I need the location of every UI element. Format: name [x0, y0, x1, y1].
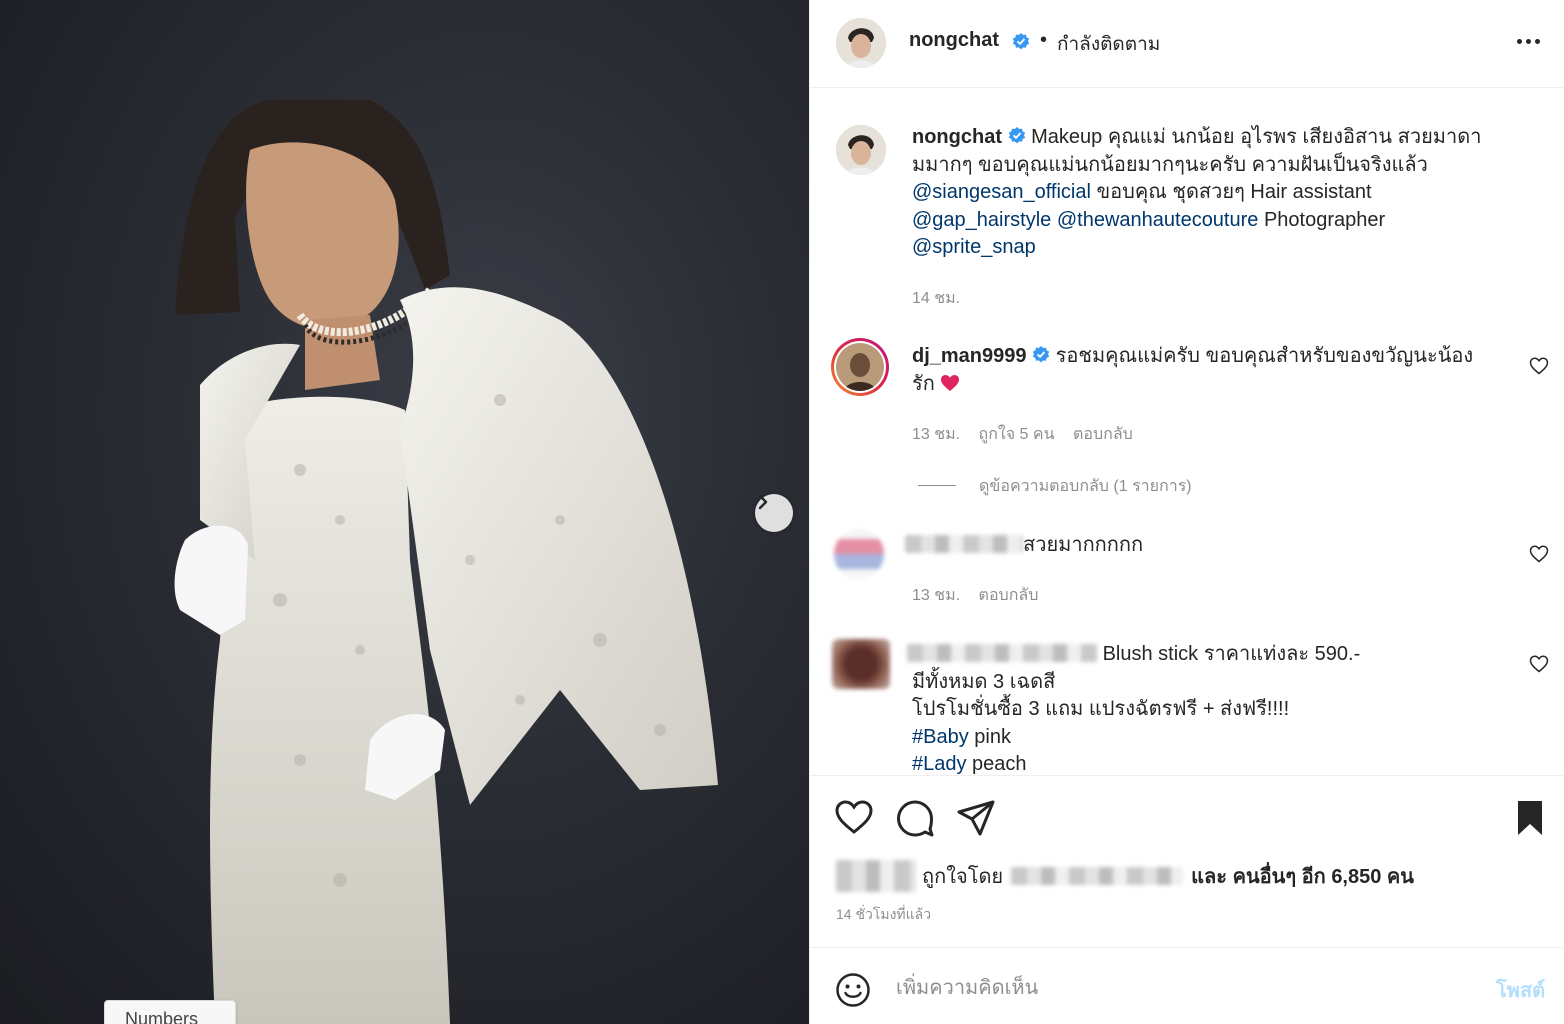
view-replies-button[interactable]: ดูข้อความตอบกลับ (1 รายการ) [979, 474, 1192, 499]
reply-button[interactable]: ตอบกลับ [1073, 426, 1133, 443]
post-header: nongchat • กำลังติดตาม [810, 0, 1564, 88]
author-username[interactable]: nongchat [909, 29, 999, 52]
post-comment-button[interactable]: โพสต์ [1496, 974, 1545, 1006]
chevron-right-icon [758, 494, 768, 510]
comment-time: 13 ชม. [912, 587, 961, 604]
comment-text: มีทั้งหมด 3 เฉดสี [912, 670, 1056, 693]
comment-composer: โพสต์ [810, 947, 1564, 1024]
blurred-liker-username[interactable] [1011, 867, 1184, 885]
mention-link[interactable]: @gap_hairstyle [912, 209, 1051, 231]
reply-button[interactable]: ตอบกลับ [979, 587, 1039, 604]
hashtag-link[interactable]: #Baby [912, 726, 969, 748]
mention-link[interactable]: @siangesan_official [912, 181, 1091, 203]
comment-text: สวยมากกกกก [1023, 534, 1144, 556]
comment-text: Blush stick ราคาแท่งละ 590.- [1102, 643, 1361, 665]
comment-text: รัก [912, 372, 935, 395]
liker-avatars[interactable] [836, 860, 916, 892]
comment-text: peach [966, 753, 1027, 775]
likes-count[interactable]: และ คนอื่นๆ อีก 6,850 คน [1191, 860, 1414, 892]
comment-text: โปรโมชั่นซื้อ 3 แถม แปรงฉัตรฟรี + ส่งฟรี… [912, 698, 1290, 720]
post-side-panel: nongchat • กำลังติดตาม nongchat Makeup ค… [809, 0, 1564, 1024]
caption-avatar[interactable] [836, 125, 886, 175]
likes-summary: ถูกใจโดย และ คนอื่นๆ อีก 6,850 คน [836, 858, 1414, 894]
view-replies-line [918, 485, 956, 486]
caption-text-line4: Photographer [1258, 208, 1386, 231]
red-heart-emoji-icon [941, 374, 960, 391]
hashtag-link[interactable]: #Lady [912, 753, 967, 775]
caption-text-line3: ขอบคุณ ชุดสวยๆ Hair assistant [1090, 181, 1372, 203]
post-action-bar: ถูกใจโดย และ คนอื่นๆ อีก 6,850 คน 14 ชั่… [810, 775, 1564, 947]
verified-icon [1008, 127, 1025, 144]
commenter-avatar [836, 343, 884, 391]
verified-icon [1012, 33, 1030, 50]
comment-time: 13 ชม. [912, 426, 961, 443]
like-comment-heart-icon[interactable] [1529, 544, 1549, 564]
blurred-username [905, 535, 1023, 553]
verified-icon [1032, 346, 1050, 363]
comment-likes-count[interactable]: ถูกใจ 5 คน [979, 426, 1055, 443]
bookmark-icon[interactable] [1510, 798, 1550, 838]
post-caption: nongchat Makeup คุณแม่ นกน้อย อุไรพร เสี… [912, 124, 1532, 262]
emoji-icon[interactable] [835, 972, 871, 1008]
share-icon[interactable] [956, 798, 996, 838]
caption-text-line2: มมากๆ ขอบคุณแม่นกน้อยมากๆนะครับ ความฝันเ… [912, 153, 1428, 176]
comment-input[interactable] [896, 970, 1476, 1006]
author-avatar[interactable] [836, 18, 886, 68]
following-status-button[interactable]: กำลังติดตาม [1057, 29, 1160, 59]
like-comment-heart-icon[interactable] [1529, 356, 1549, 376]
comment-item: Blush stick ราคาแท่งละ 590.- มีทั้งหมด 3… [907, 641, 1527, 775]
more-options-button[interactable] [1510, 26, 1546, 56]
blurred-username [907, 644, 1097, 662]
more-icon [1516, 38, 1522, 44]
comment-item: สวยมากกกกก [905, 532, 1505, 560]
liked-by-label: ถูกใจโดย [922, 866, 1004, 888]
portrait-illustration [174, 100, 718, 1024]
heart-icon[interactable] [834, 798, 874, 838]
comment-text: รอชมคุณแม่ครับ ขอบคุณสำหรับของขวัญนะน้อง [1055, 345, 1474, 367]
mention-link[interactable]: @sprite_snap [912, 236, 1036, 258]
like-comment-heart-icon[interactable] [1529, 654, 1549, 674]
comment-item: dj_man9999 รอชมคุณแม่ครับ ขอบคุณสำหรับขอ… [912, 343, 1512, 398]
caption-timestamp: 14 ชม. [912, 290, 961, 307]
post-timestamp[interactable]: 14 ชั่วโมงที่แล้ว [836, 904, 931, 926]
comment-meta: 13 ชม. ถูกใจ 5 คน ตอบกลับ [912, 422, 1147, 447]
comment-username[interactable]: dj_man9999 [912, 345, 1027, 367]
comment-meta: 13 ชม. ตอบกลับ [912, 583, 1052, 608]
mention-link[interactable]: @thewanhautecouture [1057, 209, 1259, 231]
comments-feed[interactable]: nongchat Makeup คุณแม่ นกน้อย อุไรพร เสี… [810, 89, 1564, 775]
comment-icon[interactable] [895, 798, 935, 838]
commenter-avatar-story-ring[interactable] [831, 338, 889, 396]
commenter-avatar[interactable] [834, 529, 884, 579]
post-photo [0, 0, 809, 1024]
instagram-post-modal: nongchat • กำลังติดตาม nongchat Makeup ค… [0, 0, 1564, 1024]
tooltip: Numbers [104, 1000, 236, 1024]
next-photo-button[interactable] [755, 494, 793, 532]
comment-text: pink [968, 725, 1011, 748]
caption-text-line1: Makeup คุณแม่ นกน้อย อุไรพร เสียงอิสาน ส… [1031, 126, 1482, 148]
commenter-avatar[interactable] [832, 639, 890, 689]
caption-username[interactable]: nongchat [912, 126, 1002, 148]
header-separator: • [1040, 29, 1048, 51]
